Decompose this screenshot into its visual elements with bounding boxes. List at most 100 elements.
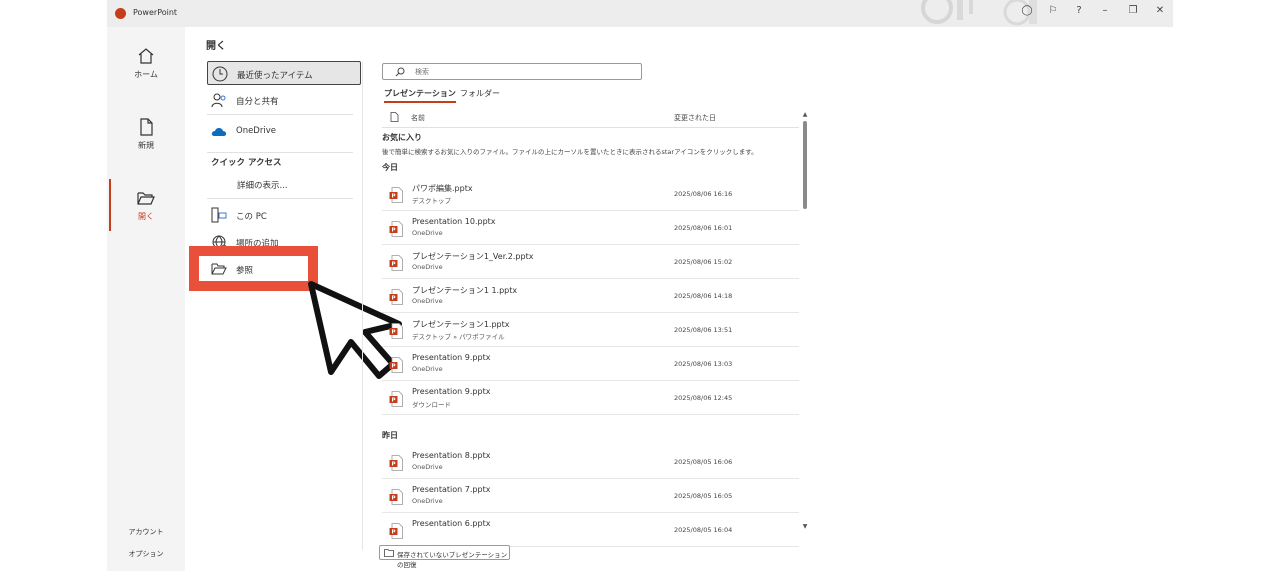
quick-access-label: クイック アクセス: [211, 158, 282, 168]
folder-open-icon: [137, 192, 155, 205]
rail-item-open[interactable]: 開く: [107, 189, 185, 222]
location-label: 最近使ったアイテム: [237, 71, 313, 81]
show-details-link[interactable]: 詳細の表示...: [237, 179, 288, 191]
svg-text:P: P: [391, 398, 395, 404]
file-row[interactable]: P プレゼンテーション1 1.pptx OneDrive 2025/08/06 …: [382, 279, 799, 313]
folder-icon: [384, 549, 394, 557]
svg-text:P: P: [391, 462, 395, 468]
file-modified-date: 2025/08/05 16:06: [674, 458, 733, 466]
file-name: プレゼンテーション1.pptx: [412, 320, 510, 329]
svg-text:P: P: [391, 228, 395, 234]
backstage-rail: ホーム 新規 開く アカウント オプション: [107, 27, 185, 571]
file-location: OneDrive: [412, 263, 443, 271]
pptx-file-icon: P: [389, 455, 403, 471]
search-box[interactable]: [382, 63, 642, 80]
file-modified-date: 2025/08/06 12:45: [674, 394, 733, 402]
close-icon[interactable]: ✕: [1150, 5, 1170, 16]
file-row[interactable]: P Presentation 9.pptx OneDrive 2025/08/0…: [382, 347, 799, 381]
file-name: Presentation 9.pptx: [412, 387, 491, 396]
svg-text:P: P: [391, 530, 395, 536]
location-onedrive[interactable]: OneDrive: [207, 119, 361, 143]
svg-text:P: P: [391, 296, 395, 302]
people-icon: [211, 93, 226, 108]
file-name: Presentation 9.pptx: [412, 353, 491, 362]
favorites-label: お気に入り: [382, 133, 422, 142]
file-name: プレゼンテーション1_Ver.2.pptx: [412, 252, 534, 261]
pptx-file-icon: P: [389, 523, 403, 539]
file-location: OneDrive: [412, 463, 443, 471]
file-row[interactable]: P Presentation 8.pptx OneDrive 2025/08/0…: [382, 445, 799, 479]
file-location: ダウンロード: [412, 401, 451, 409]
file-row[interactable]: P Presentation 10.pptx OneDrive 2025/08/…: [382, 211, 799, 245]
column-header-name[interactable]: 名前: [411, 113, 425, 123]
help-icon[interactable]: ?: [1069, 5, 1089, 16]
location-this-pc[interactable]: この PC: [207, 203, 361, 227]
browse-highlight-box: [189, 246, 318, 291]
pc-icon: [211, 207, 227, 223]
search-input[interactable]: [415, 65, 635, 78]
group-label-yesterday: 昨日: [382, 431, 398, 440]
rail-item-new[interactable]: 新規: [107, 118, 185, 151]
account-icon[interactable]: ◯: [1017, 5, 1037, 16]
file-row[interactable]: P Presentation 6.pptx 2025/08/05 16:04: [382, 513, 799, 547]
file-row[interactable]: P プレゼンテーション1_Ver.2.pptx OneDrive 2025/08…: [382, 245, 799, 279]
powerpoint-logo-icon: [115, 8, 126, 19]
group-label-today: 今日: [382, 163, 398, 172]
file-location: OneDrive: [412, 365, 443, 373]
file-row[interactable]: P Presentation 9.pptx ダウンロード 2025/08/06 …: [382, 381, 799, 415]
file-name: Presentation 7.pptx: [412, 485, 491, 494]
file-type-icon: [390, 112, 399, 122]
restore-icon[interactable]: ❐: [1123, 5, 1143, 16]
file-row[interactable]: P Presentation 7.pptx OneDrive 2025/08/0…: [382, 479, 799, 513]
scroll-down-arrow[interactable]: ▼: [802, 523, 808, 530]
file-row[interactable]: P パワポ編集.pptx デスクトップ 2025/08/06 16:16: [382, 177, 799, 211]
pptx-file-icon: P: [389, 323, 403, 339]
pptx-file-icon: P: [389, 221, 403, 237]
powerpoint-window: PowerPoint ◯ ⚐ ? – ❐ ✕ ホーム 新規 開く アカウント オ…: [107, 0, 1173, 571]
favorites-description: 後で簡単に検索するお気に入りのファイル。ファイルの上にカーソルを置いたときに表示…: [382, 148, 758, 156]
tab-folders[interactable]: フォルダー: [460, 88, 500, 99]
recover-unsaved-button[interactable]: 保存されていないプレゼンテーションの回復: [379, 545, 510, 569]
scroll-thumb[interactable]: [803, 121, 807, 209]
pptx-file-icon: P: [389, 255, 403, 271]
cloud-icon: [211, 128, 227, 136]
file-name: Presentation 10.pptx: [412, 217, 496, 226]
rail-item-options[interactable]: オプション: [107, 549, 185, 559]
file-modified-date: 2025/08/06 16:01: [674, 224, 733, 232]
location-recent[interactable]: 最近使ったアイテム: [207, 61, 361, 85]
file-location: OneDrive: [412, 229, 443, 237]
rail-item-account[interactable]: アカウント: [107, 527, 185, 537]
file-list-scrollbar[interactable]: ▲ ▼: [802, 111, 808, 531]
file-modified-date: 2025/08/06 13:03: [674, 360, 733, 368]
location-label: 自分と共有: [236, 97, 279, 107]
home-icon: [138, 48, 154, 64]
svg-text:P: P: [391, 496, 395, 502]
file-name: パワポ編集.pptx: [412, 184, 473, 193]
rail-item-home[interactable]: ホーム: [107, 47, 185, 80]
feedback-icon[interactable]: ⚐: [1043, 5, 1063, 16]
divider: [207, 114, 353, 115]
new-file-icon: [140, 118, 153, 136]
svg-text:P: P: [391, 364, 395, 370]
tab-presentations[interactable]: プレゼンテーション: [384, 88, 456, 103]
rail-label-open: 開く: [138, 212, 154, 221]
location-shared[interactable]: 自分と共有: [207, 88, 361, 112]
file-name: Presentation 6.pptx: [412, 519, 491, 528]
pptx-file-icon: P: [389, 289, 403, 305]
page-title: 開く: [206, 41, 226, 52]
svg-text:P: P: [391, 194, 395, 200]
pptx-file-icon: P: [389, 489, 403, 505]
scroll-up-arrow[interactable]: ▲: [802, 111, 808, 118]
column-header-modified[interactable]: 変更された日: [674, 113, 716, 123]
location-label: この PC: [236, 212, 267, 222]
svg-text:P: P: [391, 262, 395, 268]
rail-label-home: ホーム: [134, 70, 158, 79]
location-label: OneDrive: [236, 126, 276, 136]
recover-button-label: 保存されていないプレゼンテーションの回復: [397, 551, 508, 569]
pptx-file-icon: P: [389, 187, 403, 203]
minimize-icon[interactable]: –: [1095, 5, 1115, 16]
file-name: Presentation 8.pptx: [412, 451, 491, 460]
file-row[interactable]: P プレゼンテーション1.pptx デスクトップ » パワポファイル 2025/…: [382, 313, 799, 347]
header-divider: [382, 127, 799, 128]
file-modified-date: 2025/08/05 16:04: [674, 526, 733, 534]
